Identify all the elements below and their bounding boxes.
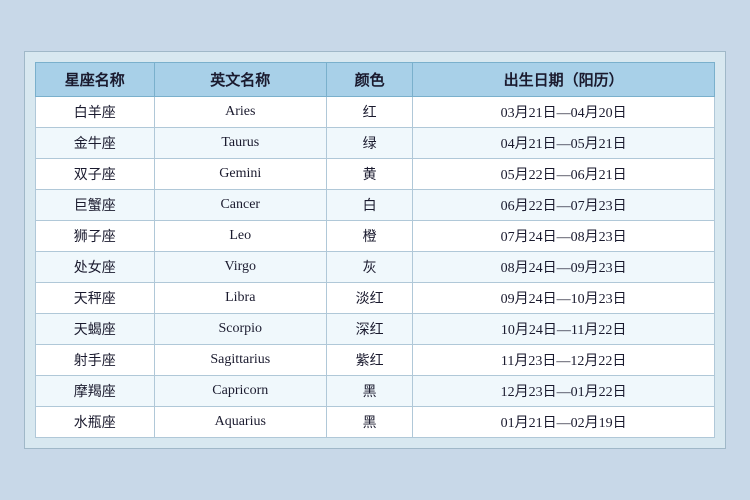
cell-zh: 摩羯座 [36,376,155,407]
cell-zh: 天蝎座 [36,314,155,345]
cell-zh: 处女座 [36,252,155,283]
cell-en: Taurus [154,128,326,159]
header-zh: 星座名称 [36,63,155,97]
table-row: 巨蟹座Cancer白06月22日—07月23日 [36,190,715,221]
cell-en: Aries [154,97,326,128]
cell-zh: 巨蟹座 [36,190,155,221]
cell-zh: 射手座 [36,345,155,376]
cell-en: Aquarius [154,407,326,438]
cell-en: Gemini [154,159,326,190]
table-container: 星座名称 英文名称 颜色 出生日期（阳历） 白羊座Aries红03月21日—04… [24,51,726,449]
cell-en: Scorpio [154,314,326,345]
cell-en: Libra [154,283,326,314]
table-row: 金牛座Taurus绿04月21日—05月21日 [36,128,715,159]
table-row: 狮子座Leo橙07月24日—08月23日 [36,221,715,252]
table-header-row: 星座名称 英文名称 颜色 出生日期（阳历） [36,63,715,97]
table-row: 天秤座Libra淡红09月24日—10月23日 [36,283,715,314]
cell-date: 06月22日—07月23日 [413,190,715,221]
cell-zh: 金牛座 [36,128,155,159]
header-en: 英文名称 [154,63,326,97]
cell-color: 绿 [326,128,412,159]
cell-color: 淡红 [326,283,412,314]
cell-zh: 双子座 [36,159,155,190]
cell-color: 红 [326,97,412,128]
cell-date: 11月23日—12月22日 [413,345,715,376]
table-row: 双子座Gemini黄05月22日—06月21日 [36,159,715,190]
cell-color: 黑 [326,407,412,438]
cell-en: Virgo [154,252,326,283]
cell-en: Cancer [154,190,326,221]
cell-date: 05月22日—06月21日 [413,159,715,190]
cell-color: 黑 [326,376,412,407]
cell-date: 10月24日—11月22日 [413,314,715,345]
cell-date: 12月23日—01月22日 [413,376,715,407]
cell-date: 03月21日—04月20日 [413,97,715,128]
header-color: 颜色 [326,63,412,97]
header-date: 出生日期（阳历） [413,63,715,97]
cell-color: 紫红 [326,345,412,376]
cell-zh: 狮子座 [36,221,155,252]
cell-zh: 天秤座 [36,283,155,314]
cell-zh: 水瓶座 [36,407,155,438]
table-row: 天蝎座Scorpio深红10月24日—11月22日 [36,314,715,345]
cell-color: 灰 [326,252,412,283]
table-row: 处女座Virgo灰08月24日—09月23日 [36,252,715,283]
zodiac-table: 星座名称 英文名称 颜色 出生日期（阳历） 白羊座Aries红03月21日—04… [35,62,715,438]
cell-color: 黄 [326,159,412,190]
cell-zh: 白羊座 [36,97,155,128]
cell-date: 04月21日—05月21日 [413,128,715,159]
table-row: 射手座Sagittarius紫红11月23日—12月22日 [36,345,715,376]
table-row: 摩羯座Capricorn黑12月23日—01月22日 [36,376,715,407]
cell-date: 09月24日—10月23日 [413,283,715,314]
cell-color: 橙 [326,221,412,252]
table-row: 水瓶座Aquarius黑01月21日—02月19日 [36,407,715,438]
cell-en: Capricorn [154,376,326,407]
cell-date: 08月24日—09月23日 [413,252,715,283]
cell-en: Leo [154,221,326,252]
cell-date: 01月21日—02月19日 [413,407,715,438]
cell-date: 07月24日—08月23日 [413,221,715,252]
cell-en: Sagittarius [154,345,326,376]
cell-color: 白 [326,190,412,221]
table-row: 白羊座Aries红03月21日—04月20日 [36,97,715,128]
cell-color: 深红 [326,314,412,345]
